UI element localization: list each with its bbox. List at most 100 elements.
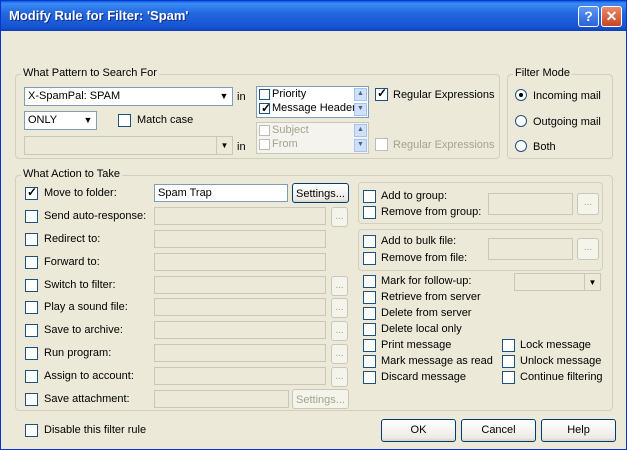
help-button[interactable]: Help	[541, 419, 616, 442]
followup-combo[interactable]: ▼	[514, 273, 601, 291]
save-archive-label: Save to archive:	[44, 324, 123, 336]
assign-account-label: Assign to account:	[44, 370, 134, 382]
run-program-field[interactable]	[154, 344, 326, 362]
regex-checkbox[interactable]: ✓	[375, 86, 388, 101]
print-checkbox[interactable]	[363, 339, 376, 352]
discard-checkbox[interactable]	[363, 371, 376, 384]
group-field[interactable]	[488, 193, 573, 215]
chevron-down-icon[interactable]: ▼	[216, 137, 232, 154]
add-bulk-label: Add to bulk file:	[381, 235, 457, 247]
checkbox[interactable]	[259, 125, 270, 136]
ok-button[interactable]: OK	[381, 419, 456, 442]
save-attachment-settings-button[interactable]: Settings...	[292, 389, 349, 409]
delete-local-checkbox[interactable]	[363, 323, 376, 336]
bulk-browse-button[interactable]: ...	[577, 238, 599, 260]
outgoing-radio[interactable]	[515, 115, 527, 127]
run-program-browse-button[interactable]: ...	[331, 344, 348, 364]
move-folder-settings-button[interactable]: Settings...	[292, 183, 349, 203]
lock-label: Lock message	[520, 339, 591, 351]
print-label: Print message	[381, 339, 452, 351]
send-auto-browse-button[interactable]: ...	[331, 207, 348, 227]
save-attachment-checkbox[interactable]	[25, 393, 38, 406]
switch-filter-checkbox[interactable]	[25, 279, 38, 292]
remove-file-label: Remove from file:	[381, 252, 468, 264]
forward-checkbox[interactable]	[25, 256, 38, 269]
remove-group-checkbox[interactable]	[363, 206, 376, 219]
mark-read-label: Mark message as read	[381, 355, 493, 367]
add-bulk-checkbox[interactable]	[363, 235, 376, 248]
play-sound-checkbox[interactable]	[25, 301, 38, 314]
match-type-value: ONLY	[28, 114, 58, 126]
scroll-up-icon[interactable]: ▲	[354, 124, 367, 137]
group-browse-button[interactable]: ...	[577, 193, 599, 215]
checkbox[interactable]	[259, 139, 270, 150]
play-sound-field[interactable]	[154, 298, 326, 316]
unlock-checkbox[interactable]	[502, 355, 515, 368]
retrieve-checkbox[interactable]	[363, 291, 376, 304]
chevron-down-icon[interactable]: ▼	[80, 112, 96, 129]
forward-field[interactable]	[154, 253, 326, 271]
bulk-field[interactable]	[488, 238, 573, 260]
followup-checkbox[interactable]	[363, 275, 376, 288]
field2-combo[interactable]: ▼	[24, 136, 233, 155]
close-icon: ✕	[605, 8, 618, 24]
field-combo[interactable]: X-SpamPal: SPAM ▼	[24, 87, 233, 106]
delete-server-checkbox[interactable]	[363, 307, 376, 320]
switch-filter-field[interactable]	[154, 276, 326, 294]
cancel-button[interactable]: Cancel	[461, 419, 536, 442]
help-title-button[interactable]: ?	[578, 6, 599, 27]
question-icon: ?	[584, 8, 593, 24]
followup-label: Mark for follow-up:	[381, 275, 472, 287]
assign-account-browse-button[interactable]: ...	[331, 367, 348, 387]
switch-filter-browse-button[interactable]: ...	[331, 276, 348, 296]
save-archive-checkbox[interactable]	[25, 324, 38, 337]
match-case-label: Match case	[137, 114, 194, 126]
chevron-down-icon[interactable]: ▼	[584, 274, 600, 290]
incoming-radio[interactable]	[515, 89, 527, 101]
scroll-up-icon[interactable]: ▲	[354, 88, 367, 101]
move-folder-checkbox[interactable]: ✓	[25, 185, 38, 200]
move-folder-field[interactable]: Spam Trap	[154, 184, 288, 202]
checkmark-icon: ✓	[27, 185, 38, 199]
header-listbox[interactable]: Priority ✓ Message Header ▲ ▼	[256, 86, 369, 118]
send-auto-field[interactable]	[154, 207, 326, 225]
continue-checkbox[interactable]	[502, 371, 515, 384]
field-listbox[interactable]: Subject From ▲ ▼	[256, 122, 369, 154]
redirect-checkbox[interactable]	[25, 233, 38, 246]
retrieve-label: Retrieve from server	[381, 291, 481, 303]
dialog-window: Modify Rule for Filter: 'Spam' ? ✕ What …	[0, 0, 627, 450]
in-label-2: in	[237, 141, 246, 153]
regex2-checkbox[interactable]	[375, 138, 388, 151]
both-label: Both	[533, 141, 556, 153]
scroll-down-icon[interactable]: ▼	[354, 103, 367, 116]
save-attachment-field[interactable]	[154, 390, 289, 408]
match-case-checkbox[interactable]	[118, 114, 131, 127]
checkmark-icon: ✓	[377, 86, 388, 100]
both-radio[interactable]	[515, 140, 527, 152]
close-button[interactable]: ✕	[601, 6, 622, 27]
send-auto-checkbox[interactable]	[25, 210, 38, 223]
assign-account-field[interactable]	[154, 367, 326, 385]
remove-file-checkbox[interactable]	[363, 252, 376, 265]
assign-account-checkbox[interactable]	[25, 370, 38, 383]
checkmark-icon: ✓	[261, 101, 272, 115]
radio-dot-icon	[519, 93, 523, 97]
mark-read-checkbox[interactable]	[363, 355, 376, 368]
checkbox[interactable]: ✓	[259, 101, 272, 115]
match-type-combo[interactable]: ONLY ▼	[24, 111, 97, 130]
redirect-field[interactable]	[154, 230, 326, 248]
save-archive-browse-button[interactable]: ...	[331, 321, 348, 341]
save-archive-field[interactable]	[154, 321, 326, 339]
run-program-checkbox[interactable]	[25, 347, 38, 360]
add-group-checkbox[interactable]	[363, 190, 376, 203]
action-legend: What Action to Take	[21, 168, 123, 180]
lock-checkbox[interactable]	[502, 339, 515, 352]
checkbox[interactable]	[259, 89, 270, 100]
delete-server-label: Delete from server	[381, 307, 472, 319]
send-auto-label: Send auto-response:	[44, 210, 147, 222]
scroll-down-icon[interactable]: ▼	[354, 139, 367, 152]
add-group-label: Add to group:	[381, 190, 448, 202]
chevron-down-icon[interactable]: ▼	[216, 88, 232, 105]
play-sound-browse-button[interactable]: ...	[331, 298, 348, 318]
disable-rule-checkbox[interactable]	[25, 424, 38, 437]
